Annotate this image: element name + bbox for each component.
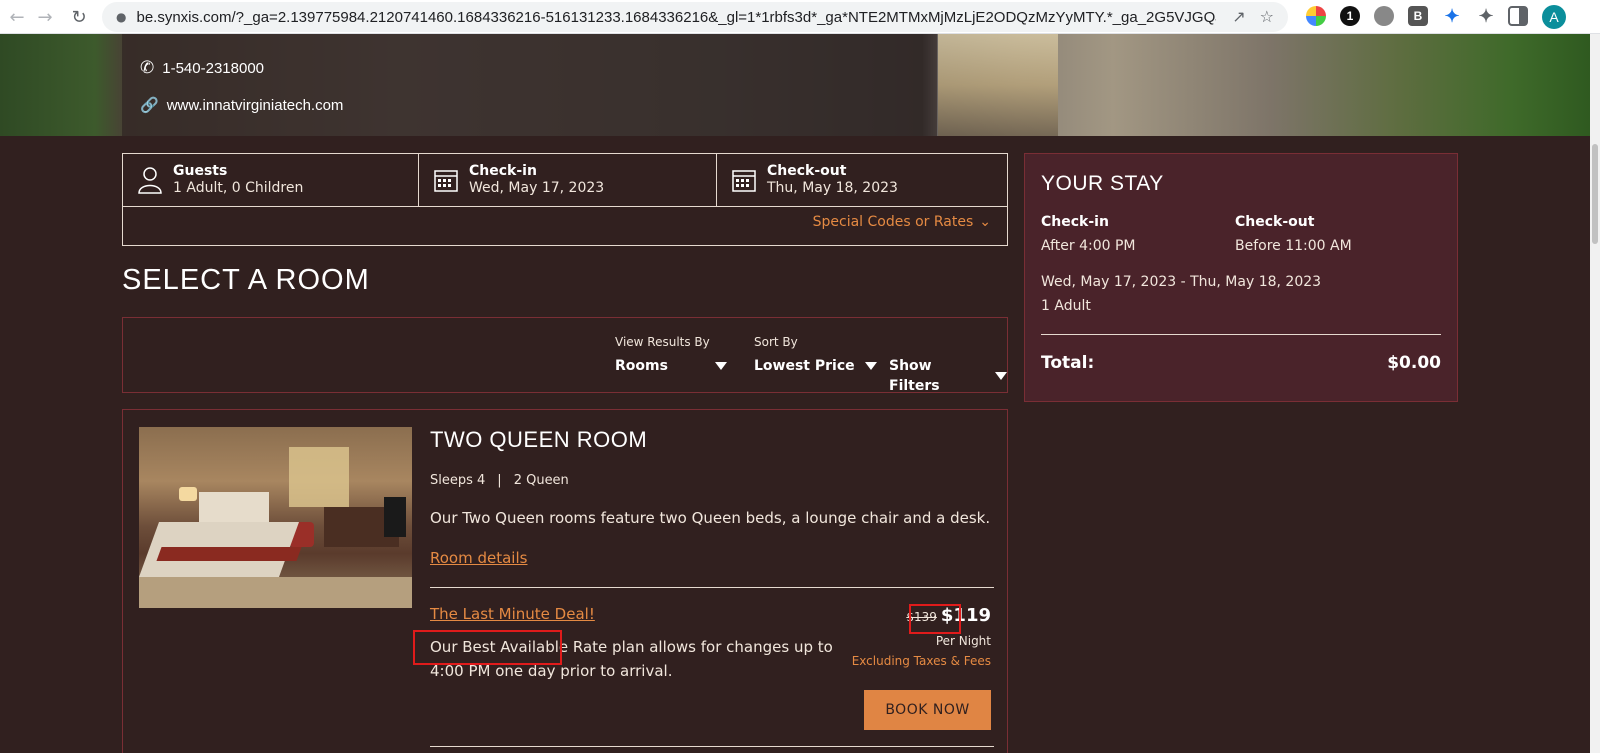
room-description: Our Two Queen rooms feature two Queen be… bbox=[430, 509, 991, 527]
room-beds: 2 Queen bbox=[513, 473, 569, 488]
checkin-label: Check-in bbox=[469, 163, 537, 179]
view-results-label: View Results By bbox=[615, 335, 710, 349]
room-meta: Sleeps 4 | 2 Queen bbox=[430, 473, 569, 488]
caret-down-icon bbox=[995, 372, 1007, 380]
sort-value: Lowest Price bbox=[754, 358, 855, 374]
highlight-box-rate-text bbox=[413, 630, 562, 665]
phone-number[interactable]: 1-540-2318000 bbox=[162, 60, 264, 77]
hotel-hero-image: ✆ 1-540-2318000 🔗 www.innatvirginiatech.… bbox=[0, 34, 1590, 136]
search-panel: Guests 1 Adult, 0 Children Check-in Wed,… bbox=[122, 153, 1008, 246]
reload-icon[interactable]: ↻ bbox=[64, 2, 94, 32]
meta-separator: | bbox=[497, 473, 502, 488]
show-filters-button[interactable]: Show Filters bbox=[889, 334, 1007, 396]
color-picker-icon[interactable] bbox=[1306, 6, 1326, 26]
book-now-button[interactable]: BOOK NOW bbox=[864, 690, 991, 730]
1password-icon[interactable]: 1 bbox=[1340, 6, 1360, 26]
checkout-value: Thu, May 18, 2023 bbox=[767, 180, 898, 196]
share-icon[interactable]: ↗ bbox=[1232, 7, 1245, 26]
guests-label: Guests bbox=[173, 163, 228, 179]
page-title: SELECT A ROOM bbox=[122, 264, 370, 296]
chevron-down-icon: ⌄ bbox=[979, 214, 991, 230]
website-contact: 🔗 www.innatvirginiatech.com bbox=[140, 96, 344, 115]
total-label: Total: bbox=[1041, 353, 1095, 373]
guests-selector[interactable]: Guests 1 Adult, 0 Children bbox=[123, 154, 419, 206]
back-icon[interactable]: ← bbox=[2, 2, 32, 32]
rate-divider-bottom bbox=[430, 746, 994, 747]
website-link[interactable]: www.innatvirginiatech.com bbox=[167, 97, 344, 114]
calendar-icon bbox=[434, 170, 458, 192]
address-bar[interactable]: ● be.synxis.com/?_ga=2.139775984.2120741… bbox=[102, 2, 1288, 32]
per-night-label: Per Night bbox=[935, 634, 991, 648]
view-results-dropdown[interactable]: View Results By Rooms bbox=[615, 334, 727, 376]
profile-avatar[interactable]: A bbox=[1542, 5, 1566, 29]
sidebar-icon[interactable] bbox=[1508, 6, 1528, 26]
b-extension-icon[interactable]: B bbox=[1408, 6, 1428, 26]
puzzle-blue-icon[interactable]: ✦ bbox=[1442, 6, 1462, 26]
page-scrollbar[interactable] bbox=[1590, 34, 1600, 753]
your-stay-panel: YOUR STAY Check-in After 4:00 PM Check-o… bbox=[1024, 153, 1458, 402]
room-photo[interactable] bbox=[139, 427, 412, 608]
stay-dates: Wed, May 17, 2023 - Thu, May 18, 2023 bbox=[1041, 274, 1322, 290]
results-filter-bar: View Results By Rooms Sort By Lowest Pri… bbox=[122, 317, 1008, 396]
guests-value: 1 Adult, 0 Children bbox=[173, 180, 304, 196]
sort-dropdown[interactable]: Sort By Lowest Price bbox=[754, 334, 877, 376]
room-title: TWO QUEEN ROOM bbox=[430, 427, 648, 452]
show-filters-label: Show Filters bbox=[889, 358, 940, 394]
special-codes-toggle[interactable]: Special Codes or Rates ⌄ bbox=[813, 214, 991, 230]
view-results-value: Rooms bbox=[615, 358, 668, 374]
phone-icon: ✆ bbox=[140, 58, 155, 77]
checkin-selector[interactable]: Check-in Wed, May 17, 2023 bbox=[419, 154, 717, 206]
hero-overlay bbox=[122, 34, 937, 136]
calendar-icon bbox=[732, 170, 756, 192]
room-details-link[interactable]: Room details bbox=[430, 549, 527, 567]
checkout-selector[interactable]: Check-out Thu, May 18, 2023 bbox=[717, 154, 1007, 206]
stay-total-row: Total: $0.00 bbox=[1041, 353, 1441, 373]
checkout-label: Check-out bbox=[767, 163, 847, 179]
your-stay-title: YOUR STAY bbox=[1041, 172, 1164, 195]
rate-name-link[interactable]: The Last Minute Deal! bbox=[430, 605, 595, 623]
bookmark-star-icon[interactable]: ☆ bbox=[1260, 7, 1274, 26]
highlight-box-old-price bbox=[909, 604, 961, 634]
phone-contact: ✆ 1-540-2318000 bbox=[140, 58, 264, 78]
stay-checkout-label: Check-out bbox=[1235, 214, 1315, 230]
caret-down-icon bbox=[715, 362, 727, 370]
browser-toolbar: ← → ↻ ● be.synxis.com/?_ga=2.139775984.2… bbox=[0, 0, 1600, 34]
rate-divider bbox=[430, 587, 994, 588]
forward-icon[interactable]: → bbox=[30, 2, 60, 32]
stay-checkin-label: Check-in bbox=[1041, 214, 1109, 230]
room-sleeps: Sleeps 4 bbox=[430, 473, 486, 488]
special-codes-label: Special Codes or Rates bbox=[812, 214, 974, 230]
caret-down-icon bbox=[864, 362, 877, 370]
checkin-value: Wed, May 17, 2023 bbox=[469, 180, 605, 196]
sort-label: Sort By bbox=[754, 335, 798, 349]
stay-guests: 1 Adult bbox=[1041, 298, 1091, 314]
stay-checkin-value: After 4:00 PM bbox=[1041, 238, 1136, 254]
globe-icon[interactable] bbox=[1374, 6, 1394, 26]
total-value: $0.00 bbox=[1387, 353, 1441, 373]
url-text[interactable]: be.synxis.com/?_ga=2.139775984.212074146… bbox=[136, 9, 1216, 26]
extensions-icon[interactable]: ✦ bbox=[1476, 6, 1496, 26]
taxes-note: Excluding Taxes & Fees bbox=[851, 654, 991, 668]
link-icon: 🔗 bbox=[140, 97, 159, 114]
room-card: TWO QUEEN ROOM Sleeps 4 | 2 Queen Our Tw… bbox=[122, 409, 1008, 753]
stay-checkout-value: Before 11:00 AM bbox=[1235, 238, 1352, 254]
person-icon bbox=[138, 167, 162, 194]
stay-divider bbox=[1041, 334, 1441, 335]
lock-icon: ● bbox=[116, 10, 127, 24]
